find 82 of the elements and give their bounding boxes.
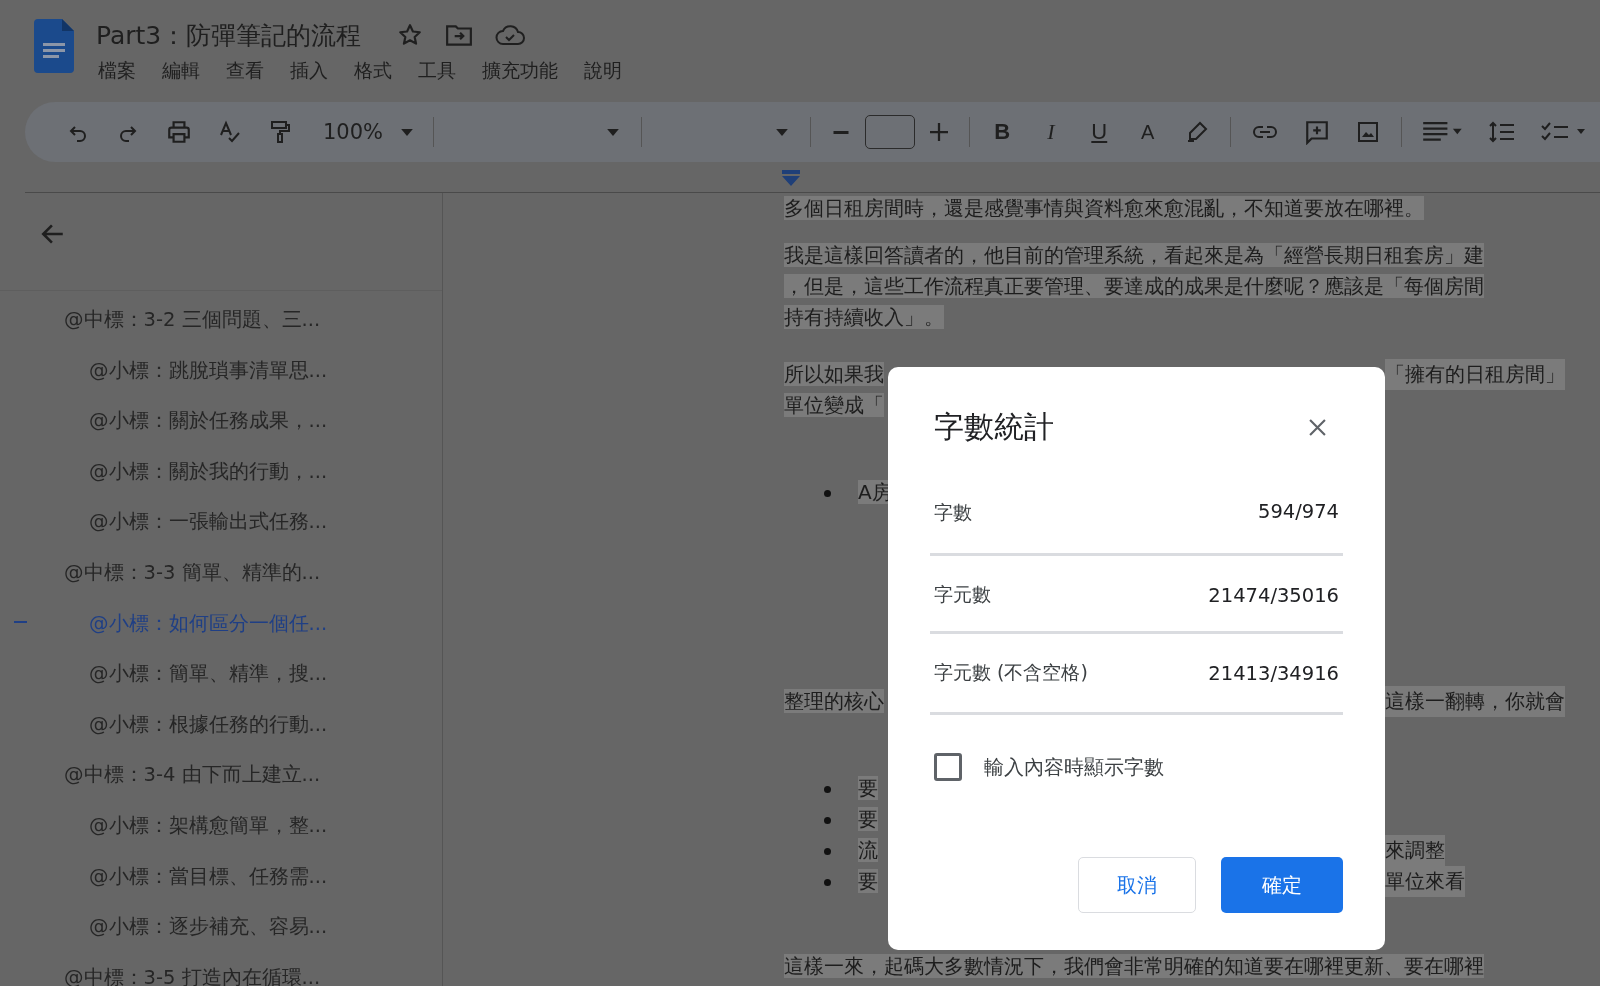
checklist-icon[interactable] [1541, 121, 1587, 143]
outline-item[interactable]: @中標：3-2 三個問題、三... [0, 306, 442, 357]
cloud-saved-icon[interactable] [495, 24, 526, 46]
image-icon[interactable] [1356, 120, 1380, 144]
format-button[interactable]: U [1075, 119, 1124, 145]
add-comment-icon[interactable] [1304, 119, 1330, 145]
document-title[interactable]: Part3：防彈筆記的流程 [96, 18, 362, 52]
stat-value: 21474/35016 [1208, 583, 1339, 607]
document-text: 要 [858, 807, 878, 831]
menu-item[interactable]: 擴充功能 [482, 58, 558, 84]
bullet-icon [824, 879, 831, 886]
docs-logo-icon[interactable] [34, 19, 74, 73]
plus-icon[interactable] [930, 123, 949, 141]
link-icon[interactable] [1252, 125, 1278, 139]
outline-item[interactable]: @小標：逐步補充、容易... [0, 913, 328, 964]
move-folder-icon[interactable] [445, 23, 474, 47]
dialog-button[interactable]: 確定 [1221, 857, 1343, 913]
document-text: 多個日租房間時，還是感覺事情與資料愈來愈混亂，不知道要放在哪裡。 [784, 196, 1424, 220]
menu-item[interactable]: 編輯 [162, 58, 200, 84]
minus-icon[interactable] [832, 130, 851, 134]
document-text: 流 [858, 838, 878, 862]
caret-icon [776, 128, 789, 136]
document-text: 單位變成「 [784, 393, 884, 417]
paint-format-icon[interactable] [268, 118, 292, 146]
bullet-icon [824, 786, 831, 793]
zoom-dropdown[interactable]: 100% [305, 120, 426, 144]
document-text: 要 [858, 869, 878, 893]
document-text: 所以如果我 [784, 362, 884, 386]
bullet-icon [824, 817, 831, 824]
menu-item[interactable]: 查看 [226, 58, 264, 84]
caret-icon [401, 128, 414, 136]
outline-item[interactable]: @中標：3-3 簡單、精準的... [0, 558, 442, 610]
spellcheck-icon[interactable] [218, 119, 242, 145]
outline-item[interactable]: @小標：關於任務成果，... [0, 407, 328, 458]
menu-item[interactable]: 格式 [354, 58, 392, 84]
checkbox-label: 輸入內容時顯示字數 [984, 754, 1164, 781]
menu-item[interactable]: 工具 [418, 58, 456, 84]
indent-marker-icon[interactable] [782, 170, 800, 186]
menu-item[interactable]: 說明 [584, 58, 622, 84]
align-icon[interactable] [1423, 121, 1463, 143]
document-text: ，但是，這些工作流程真正要管理、要達成的成果是什麼呢？應該是「每個房間 [784, 274, 1484, 298]
highlighter-icon[interactable] [1185, 120, 1209, 144]
font-size-field[interactable] [865, 115, 916, 149]
outline-item[interactable]: @小標：根據任務的行動... [0, 710, 328, 762]
stat-label: 字數 [934, 500, 972, 525]
document-text: 我是這樣回答讀者的，他目前的管理系統，看起來是為「經營長期日租套房」建 [784, 243, 1484, 267]
menu-item[interactable]: 插入 [290, 58, 328, 84]
document-text: 這樣一來，起碼大多數情況下，我們會非常明確的知道要在哪裡更新、要在哪裡 [784, 954, 1484, 978]
document-text: 「擁有的日租房間」 [1385, 359, 1565, 390]
menu-item[interactable]: 檔案 [98, 58, 136, 84]
star-icon[interactable] [397, 22, 424, 48]
current-position-marker [14, 620, 27, 623]
outline-item[interactable]: @小標：簡單、精準，搜... [0, 660, 328, 711]
format-button[interactable]: B [978, 119, 1027, 145]
outline-item[interactable]: @小標：當目標、任務需... [0, 862, 328, 914]
document-text: 來調整 [1385, 835, 1445, 866]
close-icon[interactable] [1309, 418, 1326, 436]
document-text: 整理的核心 [784, 689, 884, 713]
document-text: 這樣一翻轉，你就會 [1385, 686, 1565, 717]
dialog-button[interactable]: 取消 [1078, 857, 1196, 913]
dialog-title: 字數統計 [934, 407, 1054, 446]
stat-value: 21413/34916 [1208, 661, 1339, 685]
caret-icon [606, 128, 619, 136]
format-button[interactable]: I [1026, 119, 1076, 145]
checkbox[interactable] [934, 753, 962, 781]
outline-item[interactable]: @小標：跳脫瑣事清單思... [0, 356, 328, 408]
outline-item[interactable]: @小標：如何區分一個任... [0, 609, 328, 661]
outline-item[interactable]: @中標：3-4 由下而上建立... [0, 761, 442, 812]
outline-item[interactable]: @小標：架構愈簡單，整... [0, 811, 328, 863]
stat-label: 字元數 (不含空格) [934, 660, 1088, 685]
stat-value: 594/974 [1258, 500, 1339, 523]
bullet-icon [824, 490, 831, 497]
document-text: 持有持續收入」。 [784, 305, 944, 329]
line-spacing-icon[interactable] [1489, 121, 1515, 143]
outline-item[interactable]: @小標：關於我的行動，... [0, 457, 328, 509]
stat-label: 字元數 [934, 582, 991, 607]
bullet-icon [824, 848, 831, 855]
print-icon[interactable] [166, 119, 192, 145]
document-text: 要 [858, 776, 878, 800]
document-text: 單位來看 [1385, 866, 1465, 897]
format-button[interactable]: A [1123, 120, 1172, 144]
outline-item[interactable]: @小標：一張輸出式任務... [0, 508, 328, 559]
